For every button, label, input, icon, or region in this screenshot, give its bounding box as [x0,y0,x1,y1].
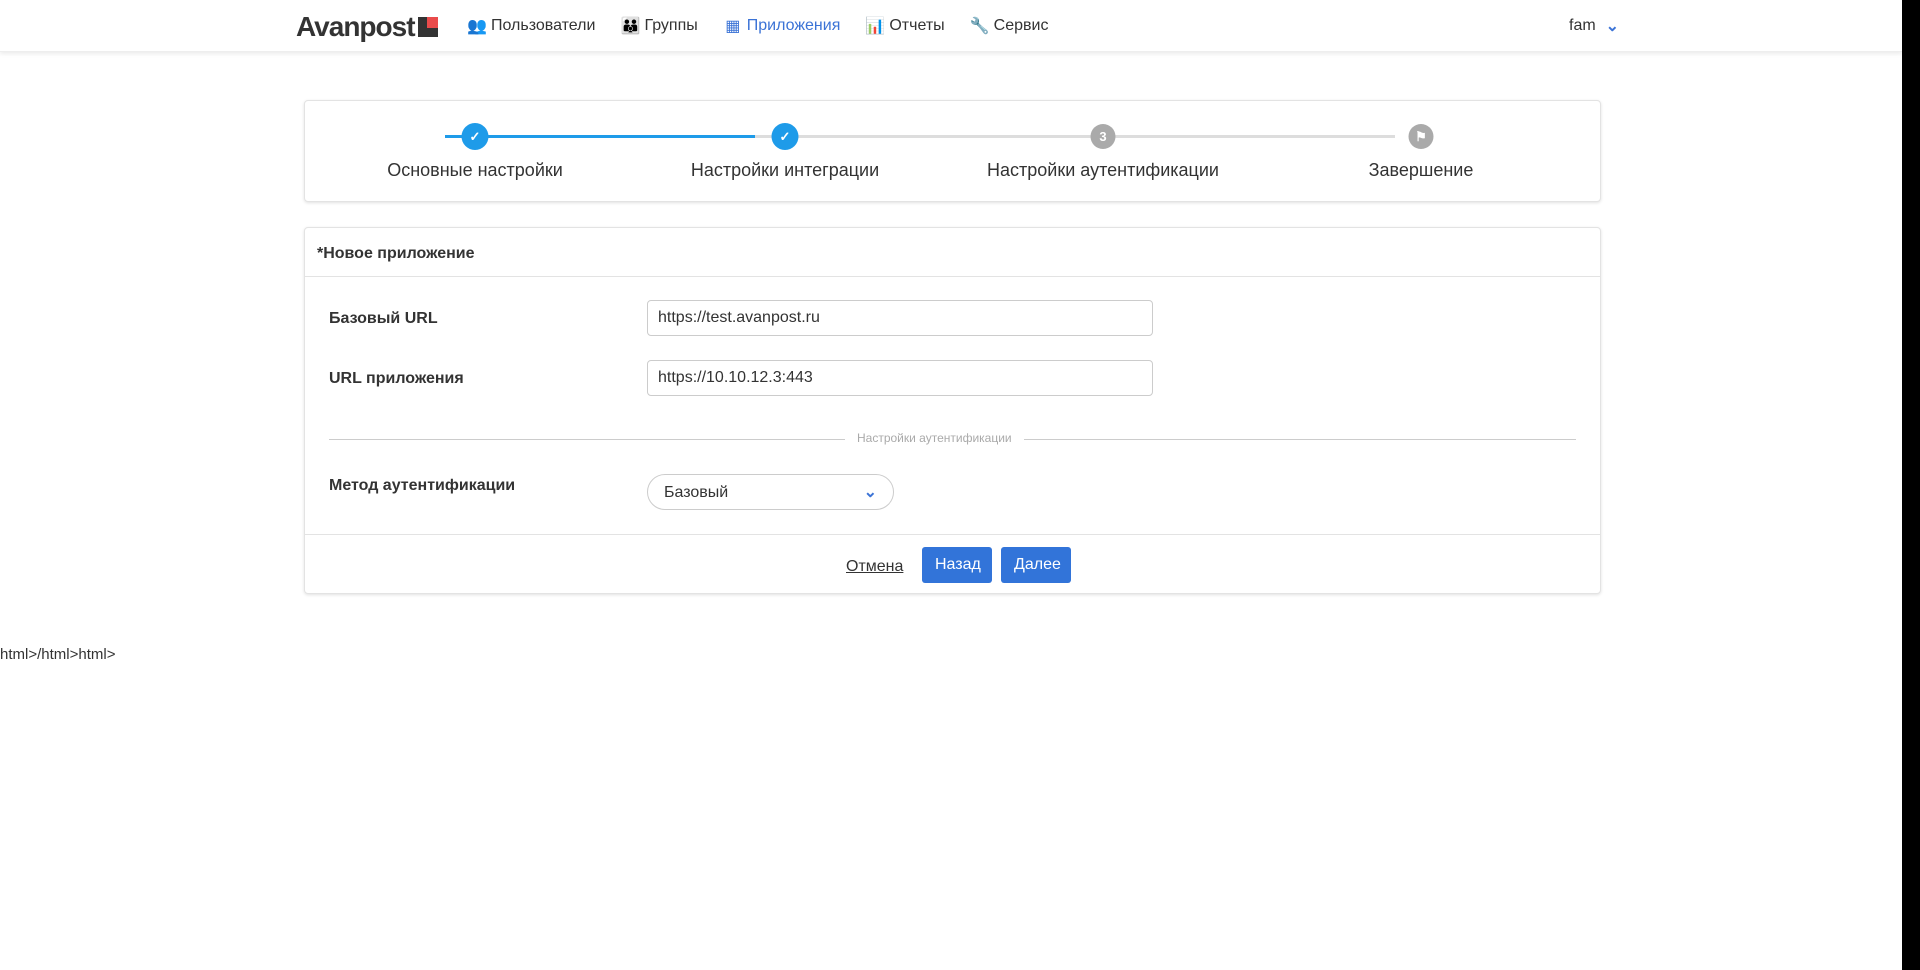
step-connector-todo [755,135,1395,138]
flag-icon: ⚑ [1408,124,1434,149]
grid-icon: ▦ [725,18,741,35]
chevron-down-icon: ⌄ [1605,18,1620,35]
nav-label: Пользователи [491,17,596,34]
form-title: *Новое приложение [305,228,1600,277]
logo-text: Avanpost [296,11,416,42]
next-button[interactable]: Далее [1001,547,1071,583]
wizard-steps: ✓ ✓ 3 ⚑ Основные настройки Настройки инт… [304,100,1601,202]
selected-value: Базовый [664,484,729,501]
check-icon: ✓ [771,123,799,150]
logo-mark-icon [417,17,438,37]
nav-groups[interactable]: 👪 Группы [619,16,697,36]
stray-text: html>/html>html> [0,646,116,663]
nav-service[interactable]: 🔧 Сервис [969,16,1049,36]
form-footer: Отмена Назад Далее [305,534,1600,594]
chevron-down-icon: ⌄ [863,484,877,501]
nav-users[interactable]: 👥 Пользователи [466,16,595,36]
nav-reports[interactable]: 📊 Отчеты [864,16,944,36]
step-label: Завершение [1368,160,1474,180]
nav-label: Сервис [993,17,1049,34]
auth-method-label: Метод аутентификации [329,477,516,494]
nav-label: Отчеты [889,17,945,34]
base-url-label: Базовый URL [329,310,438,327]
step-connector-done [445,135,755,138]
username: fam [1569,17,1596,34]
screen-edge [1902,0,1920,970]
auth-method-select[interactable]: Базовый ⌄ [647,474,894,510]
wrench-icon: 🔧 [969,18,990,35]
step-label: Основные настройки [387,160,563,180]
top-nav: Avanpost 👥 Пользователи 👪 Группы ▦ Приложен… [0,0,1902,52]
base-url-input[interactable] [647,300,1153,336]
new-application-form: *Новое приложение Базовый URL URL прилож… [304,227,1601,594]
nav-label: Приложения [746,17,841,34]
groups-icon: 👪 [620,18,641,35]
step-label: Настройки аутентификации [987,160,1219,180]
app-url-label: URL приложения [329,370,464,387]
app-url-input[interactable] [647,360,1153,396]
users-icon: 👥 [467,18,487,35]
logo[interactable]: Avanpost [296,11,438,43]
step-label: Настройки интеграции [690,160,880,180]
step-number: 3 [1090,124,1116,149]
nav-label: Группы [644,17,698,34]
user-menu[interactable]: fam ⌄ [1569,16,1619,36]
cancel-link[interactable]: Отмена [846,558,903,576]
section-title: Настройки аутентификации [845,431,1024,445]
chart-icon: 📊 [865,18,886,35]
check-icon: ✓ [461,123,489,150]
nav-applications[interactable]: ▦ Приложения [722,16,841,36]
back-button[interactable]: Назад [922,547,992,583]
